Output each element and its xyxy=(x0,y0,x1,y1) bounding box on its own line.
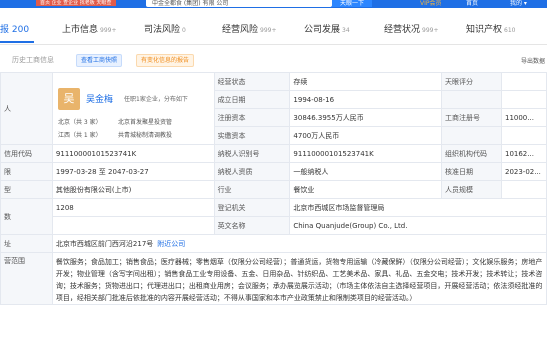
org-code-label: 组织机构代码 xyxy=(441,144,502,163)
founded-value: 1994-08-16 xyxy=(289,90,443,109)
home-link[interactable]: 首页 xyxy=(466,0,478,7)
search-input[interactable]: 中金全都食 (集团) 有限 公司 xyxy=(146,0,332,7)
approval-date-label: 核准日期 xyxy=(441,162,502,181)
score-label: 天眼评分 xyxy=(441,72,502,91)
taxpayer-id-label: 纳税人识别号 xyxy=(213,144,291,163)
org-code-value: 10162... xyxy=(500,144,547,163)
section-tabs: 报 200 上市信息 999+ 司法风险 0 经营风险 999+ 公司发展 34 经营状… xyxy=(0,14,547,45)
staff-size-label: 人员规模 xyxy=(441,180,502,199)
tab-ip[interactable]: 知识产权 610 xyxy=(466,22,515,35)
taxpayer-qualification-value: 一般纳税人 xyxy=(289,162,443,181)
nearby-companies-link[interactable]: 附近公司 xyxy=(157,240,185,248)
term-label: 限 xyxy=(0,162,53,181)
registration-authority-label: 登记机关 xyxy=(213,198,291,217)
rep-region-jiangxi: 江西（共 1 家） xyxy=(58,132,102,139)
search-button[interactable]: 天眼一下 xyxy=(332,0,372,7)
registration-no-value: 11000... xyxy=(500,108,547,127)
legal-rep-note: 任职1家企业，分布如下 xyxy=(124,96,188,103)
brand-badge[interactable]: 首页 企业 查企业 找老板 天眼查 xyxy=(36,0,116,6)
tab-legal-risk[interactable]: 司法风险 0 xyxy=(144,22,186,35)
insured-count-value: 1208 xyxy=(51,198,215,217)
export-link[interactable]: 导出数据 xyxy=(521,56,545,65)
business-scope-value: 餐饮服务；食品加工；销售食品；医疗器械；零售烟草（仅限分公司经营）；普通货运，货… xyxy=(51,252,547,305)
registration-no-label: 工商注册号 xyxy=(441,108,502,127)
address-value: 北京市西城区前门西河沿217号 xyxy=(55,239,154,248)
industry-value: 餐饮业 xyxy=(289,180,443,199)
vip-link[interactable]: VIP会员 xyxy=(420,0,442,7)
registration-authority-value: 北京市西城区市场监督管理局 xyxy=(289,198,547,217)
status-value: 存续 xyxy=(289,72,443,91)
snapshot-button[interactable]: 查看工商快照 xyxy=(76,54,123,67)
rep-region-beijing: 北京（共 3 家） xyxy=(58,119,102,126)
staff-size-value xyxy=(500,180,547,199)
change-report-button[interactable]: 有变化信息的报告 xyxy=(136,54,195,67)
business-scope-label: 营范围 xyxy=(0,252,53,305)
paid-capital-value: 4700万人民币 xyxy=(289,126,443,145)
rep-company-2[interactable]: 共青城秘制清调教投 xyxy=(118,130,172,139)
english-name-value: China Quanjude(Group) Co., Ltd. xyxy=(289,216,547,235)
status-label: 经营状态 xyxy=(213,72,291,91)
english-name-label: 英文名称 xyxy=(213,216,291,235)
credit-code-label: 信用代码 xyxy=(0,144,53,163)
founded-label: 成立日期 xyxy=(213,90,291,109)
company-type-value: 其他股份有限公司(上市) xyxy=(51,180,215,199)
registered-capital-value: 30846.3955万人民币 xyxy=(289,108,443,127)
registered-capital-label: 注册资本 xyxy=(213,108,291,127)
tab-operating-risk[interactable]: 经营风险 999+ xyxy=(222,22,277,35)
legal-rep-name[interactable]: 吴金梅 xyxy=(86,92,113,105)
history-info-link[interactable]: 历史工商信息 xyxy=(12,55,54,65)
address-cell: 北京市西城区前门西河沿217号 附近公司 xyxy=(51,234,547,253)
company-type-label: 型 xyxy=(0,180,53,199)
legal-rep-avatar[interactable]: 吴 xyxy=(58,88,80,110)
paid-capital-label: 实缴资本 xyxy=(213,126,291,145)
sub-toolbar: 历史工商信息 查看工商快照 有变化信息的报告 导出数据 xyxy=(0,52,547,68)
top-navigation-bar: 首页 企业 查企业 找老板 天眼查 中金全都食 (集团) 有限 公司 天眼一下 … xyxy=(0,0,547,8)
address-label: 址 xyxy=(0,234,53,253)
credit-code-value: 91110000101523741K xyxy=(51,144,215,163)
taxpayer-id-value: 91110000101523741K xyxy=(289,144,443,163)
insured-count-label: 数 xyxy=(0,198,53,235)
industry-label: 行业 xyxy=(213,180,291,199)
user-menu[interactable]: 我的 ▾ xyxy=(510,0,527,7)
rep-company-1[interactable]: 北京首发聚星投资管 xyxy=(118,117,172,126)
tab-operations[interactable]: 经营状况 999+ xyxy=(384,22,439,35)
term-value: 1997-03-28 至 2047-03-27 xyxy=(51,162,215,181)
tab-basic[interactable]: 报 200 xyxy=(0,22,29,35)
active-tab-indicator xyxy=(0,41,34,43)
tab-development[interactable]: 公司发展 34 xyxy=(304,22,350,35)
legal-rep-label: 人 xyxy=(0,72,53,145)
approval-date-value: 2023-02... xyxy=(500,162,547,181)
tab-listing[interactable]: 上市信息 999+ xyxy=(62,22,117,35)
score-value xyxy=(500,72,547,91)
business-info-table: 人 经营状态 存续 天眼评分 成立日期 1994-08-16 注册资本 3084… xyxy=(0,72,547,305)
taxpayer-qualification-label: 纳税人资质 xyxy=(213,162,291,181)
